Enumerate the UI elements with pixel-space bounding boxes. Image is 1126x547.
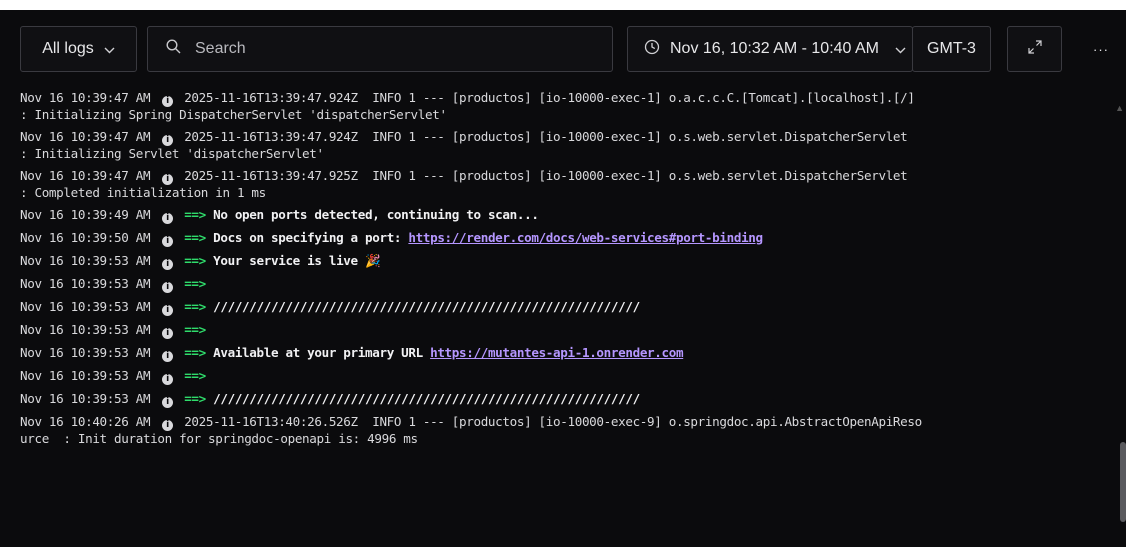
info-icon: i [162,213,174,224]
log-entry[interactable]: Nov 16 10:40:26 AM i 2025-11-16T13:40:26.5… [20,414,1110,447]
info-icon: i [162,135,174,146]
log-entry[interactable]: Nov 16 10:39:53 AM i ==> [20,276,1110,293]
log-message-continuation: urce : Init duration for springdoc-opena… [20,431,418,446]
info-icon: i [162,259,174,270]
timezone-label: GMT-3 [927,40,976,57]
log-timestamp: Nov 16 10:40:26 AM [20,414,151,429]
log-message: Docs on specifying a port: [205,230,409,245]
log-arrow: ==> [184,322,206,337]
info-icon: i [162,236,174,247]
more-icon: ··· [1093,41,1109,57]
logs-panel: All logs Search Nov 16, 10:32 AM - 10:40… [0,10,1126,547]
log-timestamp: Nov 16 10:39:47 AM [20,168,151,183]
log-timestamp: Nov 16 10:39:53 AM [20,368,151,383]
info-icon: i [162,397,174,408]
log-timestamp: Nov 16 10:39:47 AM [20,129,151,144]
log-message-continuation: : Initializing Servlet 'dispatcherServle… [20,146,324,161]
log-arrow: ==> [184,345,206,360]
scrollbar-thumb[interactable] [1120,442,1126,522]
log-arrow: ==> [184,253,206,268]
log-arrow: ==> [184,368,206,383]
chevron-down-icon [895,42,906,57]
log-entry[interactable]: Nov 16 10:39:53 AM i ==> Your service is l… [20,253,1110,270]
log-message: No open ports detected, continuing to sc… [205,207,539,222]
chevron-down-icon [104,42,115,57]
search-placeholder: Search [195,40,246,57]
log-filter-label: All logs [42,40,94,57]
time-range-picker[interactable]: Nov 16, 10:32 AM - 10:40 AM [627,26,913,72]
log-timestamp: Nov 16 10:39:53 AM [20,322,151,337]
log-message: 2025-11-16T13:39:47.925Z INFO 1 --- [pro… [184,168,908,183]
log-entry[interactable]: Nov 16 10:39:47 AM i 2025-11-16T13:39:47.9… [20,129,1110,162]
info-icon: i [162,282,174,293]
log-timestamp: Nov 16 10:39:49 AM [20,207,151,222]
log-timestamp: Nov 16 10:39:47 AM [20,90,151,105]
info-icon: i [162,374,174,385]
top-edge [0,0,1126,10]
log-entry[interactable]: Nov 16 10:39:50 AM i ==> Docs on specifyin… [20,230,1110,247]
log-message: 2025-11-16T13:39:47.924Z INFO 1 --- [pro… [184,129,908,144]
search-icon [166,39,181,59]
timezone-selector[interactable]: GMT-3 [912,26,991,72]
info-icon: i [162,351,174,362]
log-timestamp: Nov 16 10:39:53 AM [20,276,151,291]
info-icon: i [162,96,174,107]
log-message: Your service is live 🎉 [205,253,381,268]
log-arrow: ==> [184,276,206,291]
log-timestamp: Nov 16 10:39:50 AM [20,230,151,245]
info-icon: i [162,420,174,431]
log-arrow: ==> [184,230,206,245]
expand-button[interactable] [1007,26,1062,72]
log-arrow: ==> [184,207,206,222]
log-entry[interactable]: Nov 16 10:39:47 AM i 2025-11-16T13:39:47.9… [20,168,1110,201]
log-timestamp: Nov 16 10:39:53 AM [20,299,151,314]
log-message-continuation: : Completed initialization in 1 ms [20,185,266,200]
log-timestamp: Nov 16 10:39:53 AM [20,391,151,406]
log-message: 2025-11-16T13:40:26.526Z INFO 1 --- [pro… [184,414,922,429]
log-message: ////////////////////////////////////////… [205,299,640,314]
info-icon: i [162,174,174,185]
info-icon: i [162,305,174,316]
log-entry[interactable]: Nov 16 10:39:53 AM i ==> /////////////////… [20,391,1110,408]
log-entry[interactable]: Nov 16 10:39:53 AM i ==> Available at your… [20,345,1110,362]
log-message: Available at your primary URL [205,345,431,360]
log-entry[interactable]: Nov 16 10:39:47 AM i 2025-11-16T13:39:47.9… [20,90,1110,123]
log-message-continuation: : Initializing Spring DispatcherServlet … [20,107,447,122]
log-timestamp: Nov 16 10:39:53 AM [20,345,151,360]
log-entry[interactable]: Nov 16 10:39:49 AM i ==> No open ports det… [20,207,1110,224]
log-timestamp: Nov 16 10:39:53 AM [20,253,151,268]
log-entry[interactable]: Nov 16 10:39:53 AM i ==> [20,368,1110,385]
search-input[interactable]: Search [147,26,613,72]
log-filter-dropdown[interactable]: All logs [20,26,137,72]
time-range-label: Nov 16, 10:32 AM - 10:40 AM [670,40,880,57]
log-arrow: ==> [184,391,206,406]
info-icon: i [162,328,174,339]
log-message: 2025-11-16T13:39:47.924Z INFO 1 --- [pro… [184,90,915,105]
log-arrow: ==> [184,299,206,314]
more-options-button[interactable]: ··· [1076,26,1126,72]
log-message: ////////////////////////////////////////… [205,391,640,406]
clock-icon [644,39,660,60]
log-link[interactable]: https://render.com/docs/web-services#por… [408,230,763,245]
log-link[interactable]: https://mutantes-api-1.onrender.com [430,345,683,360]
log-list: Nov 16 10:39:47 AM i 2025-11-16T13:39:47.9… [20,90,1110,453]
log-entry[interactable]: Nov 16 10:39:53 AM i ==> /////////////////… [20,299,1110,316]
logs-toolbar: All logs Search Nov 16, 10:32 AM - 10:40… [20,26,1122,74]
expand-icon [1027,39,1042,59]
scroll-up-arrow-icon[interactable]: ▲ [1115,103,1124,113]
log-entry[interactable]: Nov 16 10:39:53 AM i ==> [20,322,1110,339]
